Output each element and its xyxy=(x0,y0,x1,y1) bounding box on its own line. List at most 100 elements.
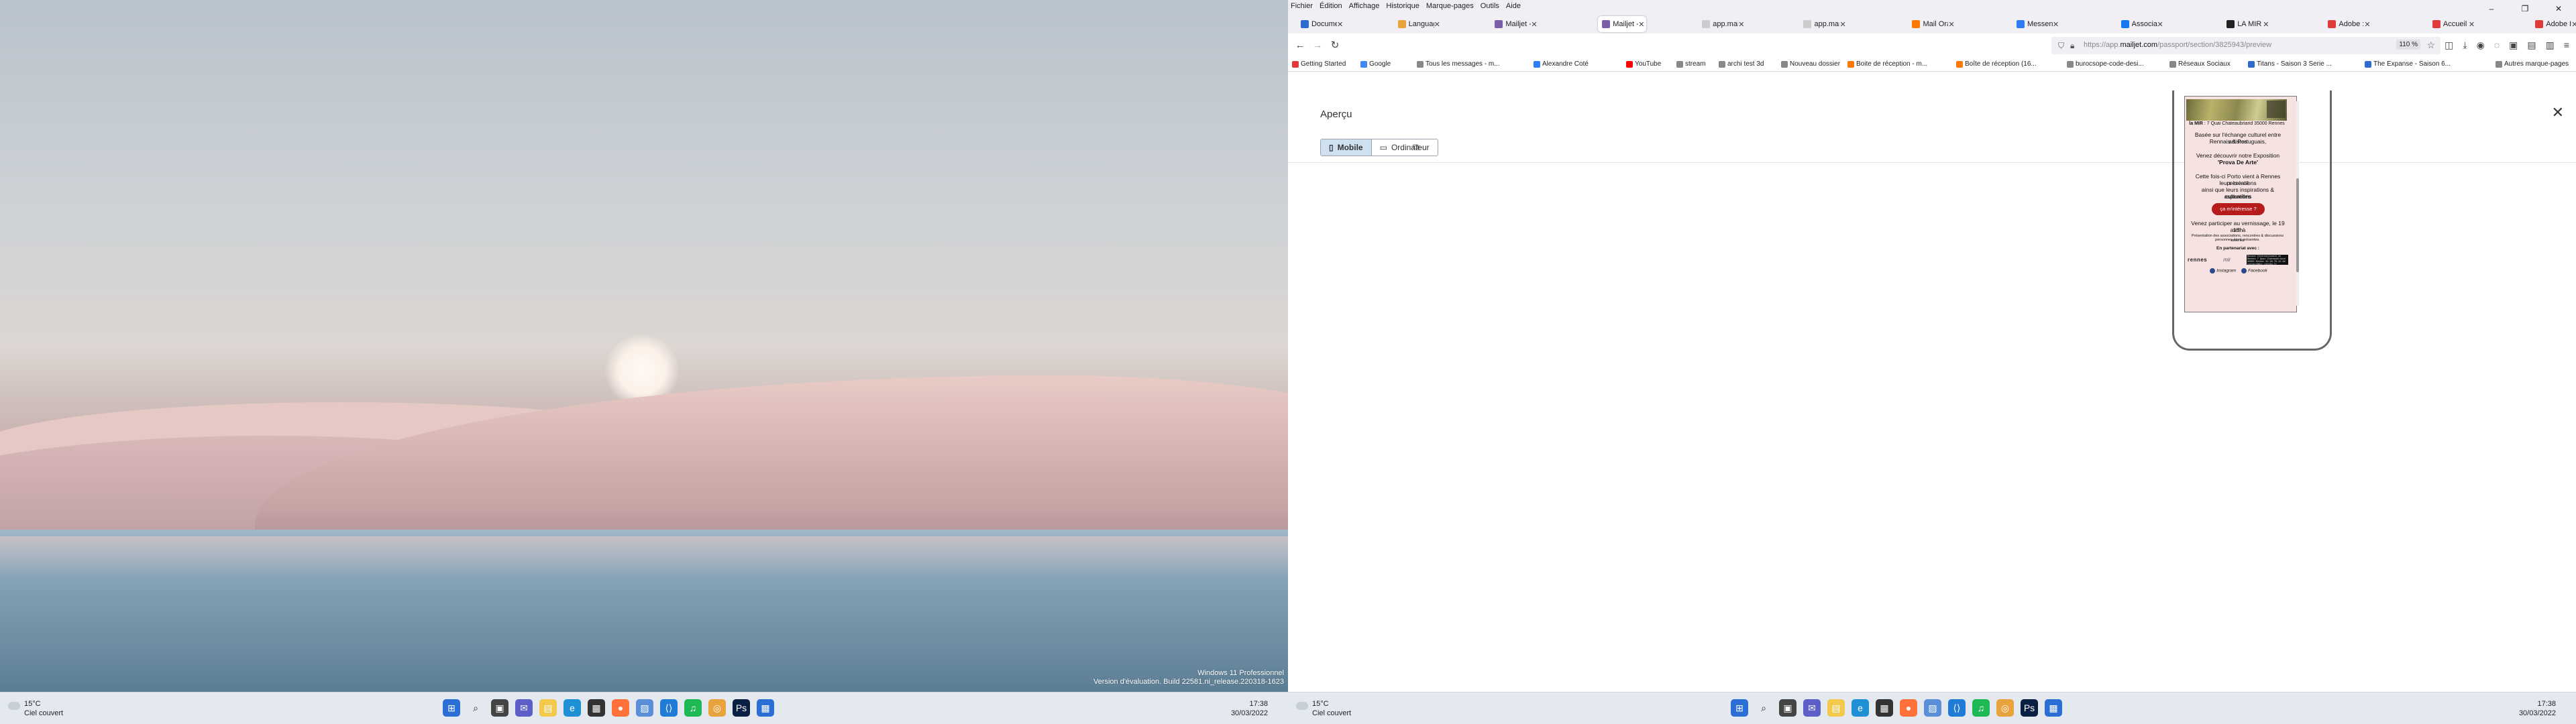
extension-icon[interactable]: ▣ xyxy=(2509,40,2518,51)
tab-active[interactable]: Mailjet - Passport✕ xyxy=(1598,16,1647,32)
browser-tab[interactable]: Mail Orange✕ xyxy=(1908,16,1956,32)
app-icon[interactable]: ▩ xyxy=(757,699,774,717)
back-icon[interactable]: ← xyxy=(1293,39,1307,52)
bookmark-item[interactable]: Google xyxy=(1360,60,1391,68)
photoshop-icon[interactable]: Ps xyxy=(2021,699,2038,717)
store-icon[interactable]: ▦ xyxy=(588,699,605,717)
tab-close-icon[interactable]: ✕ xyxy=(1337,20,1345,29)
bookmark-item[interactable]: Réseaux Sociaux xyxy=(2169,60,2231,68)
clock[interactable]: 17:38 30/03/2022 xyxy=(1231,699,1268,718)
bookmark-item[interactable]: YouTube xyxy=(1626,60,1661,68)
bookmark-item[interactable]: stream xyxy=(1676,60,1706,68)
bookmark-star-icon[interactable]: ☆ xyxy=(2426,40,2435,51)
weather-widget[interactable]: 15°C Ciel couvert xyxy=(1312,699,1351,718)
desktop-button[interactable]: ▭ Ordinateur xyxy=(1372,139,1438,156)
tab-close-icon[interactable]: ✕ xyxy=(1638,20,1646,29)
browser-tab[interactable]: Language Packs✕ xyxy=(1394,16,1442,32)
bookmark-item[interactable]: Boîte de réception (16... xyxy=(1956,60,2037,68)
app-icon[interactable]: ▩ xyxy=(2045,699,2062,717)
extension-icon[interactable]: ▥ xyxy=(2546,40,2555,51)
browser-tab[interactable]: Documentation✕ xyxy=(1297,16,1345,32)
tab-close-icon[interactable]: ✕ xyxy=(1531,20,1539,29)
scrollbar-thumb[interactable] xyxy=(2296,178,2299,272)
hamburger-menu-icon[interactable]: ≡ xyxy=(2564,40,2569,51)
browser-tab[interactable]: Mailjet - Emails✕ xyxy=(1491,16,1539,32)
extension-icon[interactable]: ◉ xyxy=(2477,40,2485,51)
browser-tab[interactable]: Accueil | Adobe E✕ xyxy=(2428,16,2477,32)
downloads-icon[interactable]: ⤓ xyxy=(2463,40,2467,51)
bookmark-item[interactable]: Alexandre Coté xyxy=(1534,60,1589,68)
bookmark-item[interactable]: Nouveau dossier xyxy=(1781,60,1840,68)
extension-icon[interactable]: ▤ xyxy=(2527,40,2536,51)
weather-icon[interactable] xyxy=(8,702,20,710)
store-icon[interactable]: ▦ xyxy=(1876,699,1893,717)
facebook-link[interactable]: Facebook xyxy=(2241,268,2267,274)
tab-close-icon[interactable]: ✕ xyxy=(2571,20,2576,29)
url-text[interactable]: https://app.mailjet.com/passport/section… xyxy=(2084,41,2271,49)
pocket-icon[interactable]: ◫ xyxy=(2445,40,2453,51)
browser-tab[interactable]: LA MIR ✕ xyxy=(2222,16,2271,32)
shield-icon[interactable]: ⛉ xyxy=(2058,41,2064,51)
bookmark-item[interactable]: Boite de réception - m... xyxy=(1847,60,1927,68)
bookmark-item[interactable]: Autres marque-pages xyxy=(2496,60,2569,68)
app-icon[interactable]: ▨ xyxy=(636,699,653,717)
tab-close-icon[interactable]: ✕ xyxy=(2364,20,2372,29)
tab-close-icon[interactable]: ✕ xyxy=(1738,20,1746,29)
search-icon[interactable]: ⌕ xyxy=(1755,699,1772,717)
app-icon[interactable]: ◎ xyxy=(708,699,726,717)
file-explorer-icon[interactable]: ▤ xyxy=(539,699,557,717)
start-icon[interactable]: ⊞ xyxy=(1731,699,1748,717)
chat-icon[interactable]: ✉ xyxy=(515,699,533,717)
task-view-icon[interactable]: ▣ xyxy=(491,699,508,717)
edge-icon[interactable]: e xyxy=(564,699,581,717)
browser-tab[interactable]: app.mailjet.com/pa✕ xyxy=(1799,16,1847,32)
mobile-button[interactable]: ▯ Mobile xyxy=(1321,139,1372,156)
file-explorer-icon[interactable]: ▤ xyxy=(1827,699,1845,717)
app-icon[interactable]: ▨ xyxy=(1924,699,1941,717)
instagram-link[interactable]: Instagram xyxy=(2210,268,2236,274)
firefox-icon[interactable]: ● xyxy=(612,699,629,717)
toggle-images-icon[interactable]: ⧉ xyxy=(1413,141,1419,153)
menu-marque-pages[interactable]: Marque-pages xyxy=(1424,0,1478,10)
vscode-icon[interactable]: ⟨⟩ xyxy=(660,699,678,717)
browser-tab[interactable]: Adobe ID✕ xyxy=(2531,16,2576,32)
browser-tab[interactable]: Adobe : outils de✕ xyxy=(2324,16,2372,32)
menu-historique[interactable]: Historique xyxy=(1383,0,1424,10)
forward-icon[interactable]: → xyxy=(1311,39,1324,52)
vscode-icon[interactable]: ⟨⟩ xyxy=(1948,699,1966,717)
menu-aide[interactable]: Aide xyxy=(1503,0,1525,10)
photoshop-icon[interactable]: Ps xyxy=(733,699,750,717)
tab-close-icon[interactable]: ✕ xyxy=(2469,20,2477,29)
start-icon[interactable]: ⊞ xyxy=(443,699,460,717)
browser-tab[interactable]: Messenger | Face✕ xyxy=(2012,16,2061,32)
chat-icon[interactable]: ✉ xyxy=(1803,699,1821,717)
spotify-icon[interactable]: ♫ xyxy=(684,699,702,717)
weather-icon[interactable] xyxy=(1296,702,1308,710)
bookmark-item[interactable]: Getting Started xyxy=(1292,60,1346,68)
bookmark-item[interactable]: Tous les messages - m... xyxy=(1417,60,1500,68)
firefox-icon[interactable]: ● xyxy=(1900,699,1917,717)
browser-tab[interactable]: Association L'Ut✕ xyxy=(2117,16,2165,32)
tab-close-icon[interactable]: ✕ xyxy=(2263,20,2271,29)
close-preview-icon[interactable]: ✕ xyxy=(2552,104,2564,121)
reload-icon[interactable]: ↻ xyxy=(1328,39,1342,52)
email-scrollbar[interactable] xyxy=(2296,101,2299,306)
task-view-icon[interactable]: ▣ xyxy=(1779,699,1796,717)
browser-tab[interactable]: app.mailjet.com/pa✕ xyxy=(1698,16,1746,32)
spotify-icon[interactable]: ♫ xyxy=(1972,699,1990,717)
app-icon[interactable]: ◎ xyxy=(1996,699,2014,717)
tab-close-icon[interactable]: ✕ xyxy=(1948,20,1956,29)
edge-icon[interactable]: e xyxy=(1851,699,1869,717)
menu-outils[interactable]: Outils xyxy=(1478,0,1503,10)
clock[interactable]: 17:38 30/03/2022 xyxy=(2519,699,2556,718)
interest-button[interactable]: ça m'intéresse ? xyxy=(2212,203,2265,215)
tab-close-icon[interactable]: ✕ xyxy=(1839,20,1847,29)
account-icon[interactable]: ◌ xyxy=(2494,40,2500,51)
zoom-level[interactable]: 110 % xyxy=(2396,40,2420,50)
weather-widget[interactable]: 15°C Ciel couvert xyxy=(24,699,63,718)
bookmark-item[interactable]: Titans - Saison 3 Serie ... xyxy=(2248,60,2332,68)
tab-close-icon[interactable]: ✕ xyxy=(2053,20,2061,29)
bookmark-item[interactable]: The Expanse - Saison 6... xyxy=(2365,60,2451,68)
search-icon[interactable]: ⌕ xyxy=(467,699,484,717)
tab-close-icon[interactable]: ✕ xyxy=(2157,20,2165,29)
